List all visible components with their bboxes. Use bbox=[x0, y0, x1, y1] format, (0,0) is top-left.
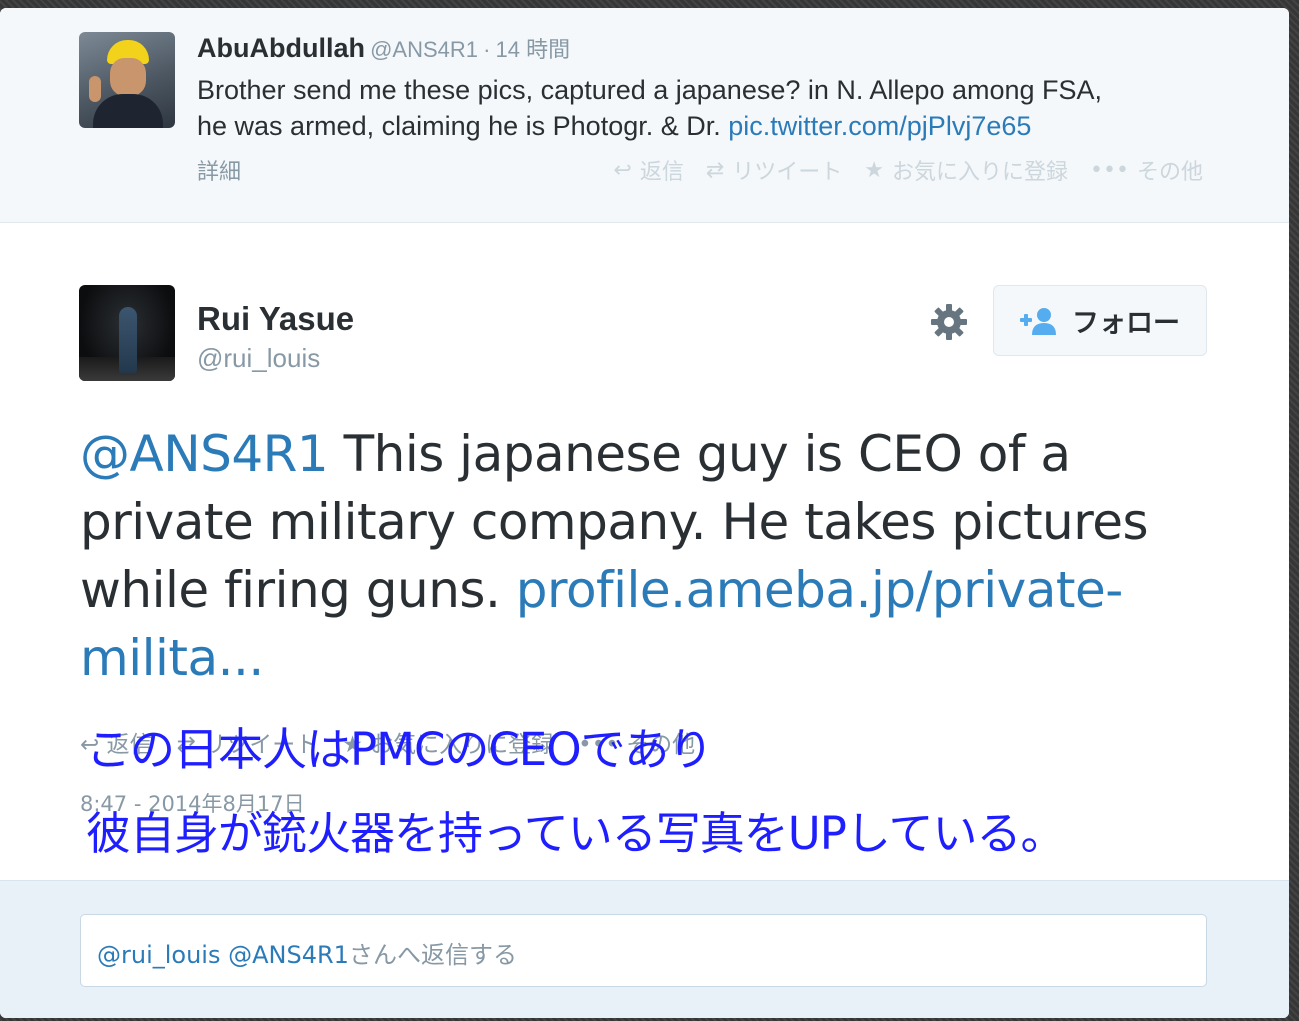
mention-link[interactable]: @ANS4R1 bbox=[80, 425, 329, 483]
reply-icon: ↩ bbox=[613, 157, 632, 183]
retweet-button[interactable]: ⇄ リツイート bbox=[706, 154, 842, 186]
follow-button[interactable]: フォロー bbox=[993, 285, 1207, 356]
parent-tweet-text: Brother send me these pics, captured a j… bbox=[197, 72, 1197, 144]
retweet-icon: ⇄ bbox=[705, 157, 725, 183]
author-handle[interactable]: @ANS4R1 bbox=[370, 37, 478, 62]
reply-mention: @rui_louis bbox=[97, 941, 221, 969]
more-button[interactable]: ••• その他 bbox=[1090, 154, 1203, 186]
parent-tweet-actions: ↩ 返信 ⇄ リツイート ★ お気に入りに登録 ••• その他 bbox=[613, 154, 1203, 186]
tweet-time[interactable]: 14 時間 bbox=[496, 37, 571, 62]
follow-label: フォロー bbox=[1072, 308, 1180, 339]
avatar[interactable] bbox=[79, 32, 175, 128]
tweet-card: AbuAbdullah @ANS4R1 · 14 時間 Brother send… bbox=[0, 8, 1289, 1018]
main-tweet-text: @ANS4R1 This japanese guy is CEO of a pr… bbox=[80, 420, 1230, 692]
more-icon: ••• bbox=[1090, 157, 1129, 183]
reply-label: 返信 bbox=[639, 160, 684, 185]
parent-tweet[interactable]: AbuAbdullah @ANS4R1 · 14 時間 Brother send… bbox=[0, 8, 1289, 223]
details-link[interactable]: 詳細 bbox=[197, 154, 241, 186]
add-user-icon bbox=[1020, 307, 1056, 335]
more-label: その他 bbox=[1136, 160, 1203, 185]
overlay-line-2: 彼自身が銃火器を持っている写真をUPしている。 bbox=[86, 807, 1065, 860]
translation-overlay: この日本人はPMCのCEOであり 彼自身が銃火器を持っている写真をUPしている。 bbox=[86, 708, 1065, 876]
avatar[interactable] bbox=[79, 285, 175, 381]
reply-area: @rui_louis @ANS4R1さんへ返信する bbox=[0, 880, 1289, 1018]
parent-tweet-header: AbuAbdullah @ANS4R1 · 14 時間 bbox=[197, 32, 570, 64]
star-icon: ★ bbox=[864, 157, 885, 183]
favorite-label: お気に入りに登録 bbox=[892, 160, 1069, 185]
reply-input[interactable]: @rui_louis @ANS4R1さんへ返信する bbox=[80, 914, 1207, 987]
reply-placeholder: さんへ返信する bbox=[348, 941, 517, 969]
tweet-text-line: Brother send me these pics, captured a j… bbox=[197, 75, 1103, 105]
overlay-line-1: この日本人はPMCのCEOであり bbox=[86, 723, 713, 776]
pic-link[interactable]: pic.twitter.com/pjPlvj7e65 bbox=[728, 111, 1031, 141]
favorite-button[interactable]: ★ お気に入りに登録 bbox=[864, 154, 1068, 186]
author-name[interactable]: AbuAbdullah bbox=[197, 33, 365, 63]
reply-button[interactable]: ↩ 返信 bbox=[613, 154, 683, 186]
author-name[interactable]: Rui Yasue bbox=[197, 300, 354, 338]
gear-icon[interactable] bbox=[929, 302, 969, 342]
tweet-text-line: he was armed, claiming he is Photogr. & … bbox=[197, 111, 729, 141]
author-handle[interactable]: @rui_louis bbox=[197, 343, 320, 374]
retweet-label: リツイート bbox=[732, 160, 843, 185]
separator: · bbox=[483, 37, 491, 62]
reply-mention: @ANS4R1 bbox=[228, 941, 349, 969]
